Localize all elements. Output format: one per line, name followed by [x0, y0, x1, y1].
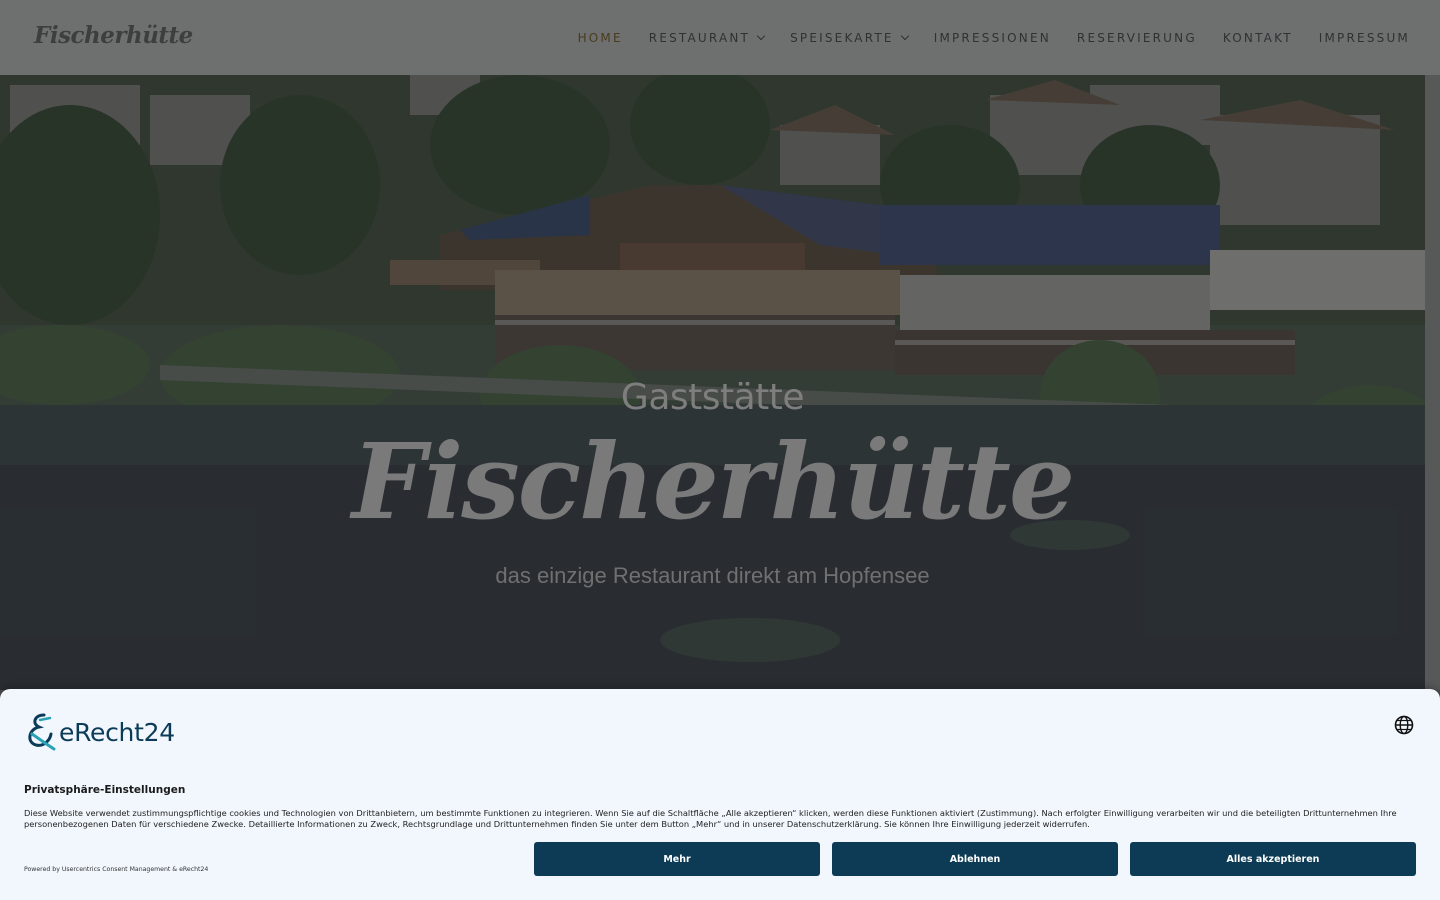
nav-item-impressionen[interactable]: IMPRESSIONEN: [934, 31, 1051, 45]
nav-label: IMPRESSIONEN: [933, 30, 1051, 45]
nav-item-speisekarte[interactable]: SPEISEKARTE: [790, 30, 909, 45]
nav-label: RESERVIERUNG: [1076, 30, 1197, 45]
nav-label: HOME: [577, 30, 623, 45]
deny-button[interactable]: Ablehnen: [832, 842, 1118, 876]
erecht24-logo: eRecht24: [24, 712, 175, 752]
hero-section: Gaststätte Fischerhütte das einzige Rest…: [0, 75, 1425, 690]
nav-item-kontakt[interactable]: KONTAKT: [1223, 31, 1293, 45]
more-button[interactable]: Mehr: [534, 842, 820, 876]
nav-item-reservierung[interactable]: RESERVIERUNG: [1077, 31, 1197, 45]
site-header: Fischerhütte HOME RESTAURANT SPEISEKARTE…: [0, 0, 1440, 75]
nav-label: IMPRESSUM: [1318, 30, 1410, 45]
nav-label: SPEISEKARTE: [790, 30, 894, 45]
powered-by-text[interactable]: Powered by Usercentrics Consent Manageme…: [24, 866, 208, 873]
site-logo[interactable]: Fischerhütte: [34, 22, 193, 49]
scrollbar[interactable]: [1425, 75, 1440, 690]
hero-kicker: Gaststätte: [620, 377, 805, 418]
nav-item-impressum[interactable]: IMPRESSUM: [1319, 31, 1410, 45]
chevron-down-icon: [900, 31, 909, 41]
consent-description: Diese Website verwendet zustimmungspflic…: [24, 808, 1397, 829]
erecht24-mark-icon: [28, 713, 56, 751]
nav-item-restaurant[interactable]: RESTAURANT: [648, 30, 766, 45]
nav-item-home[interactable]: HOME: [578, 31, 623, 45]
globe-icon[interactable]: [1394, 715, 1414, 735]
hero-tagline: das einzige Restaurant direkt am Hopfens…: [495, 563, 930, 588]
chevron-down-icon: [756, 31, 766, 41]
brand-name: eRecht24: [59, 717, 175, 747]
hero-title: Fischerhütte: [351, 420, 1075, 543]
accept-all-button[interactable]: Alles akzeptieren: [1130, 842, 1416, 876]
nav-label: RESTAURANT: [648, 30, 751, 45]
cookie-consent-banner: eRecht24 Privatsphäre-Einstellungen Dies…: [0, 689, 1440, 900]
main-nav: HOME RESTAURANT SPEISEKARTE IMPRESSIONEN…: [552, 0, 1410, 75]
nav-label: KONTAKT: [1222, 30, 1293, 45]
consent-title: Privatsphäre-Einstellungen: [24, 784, 186, 796]
